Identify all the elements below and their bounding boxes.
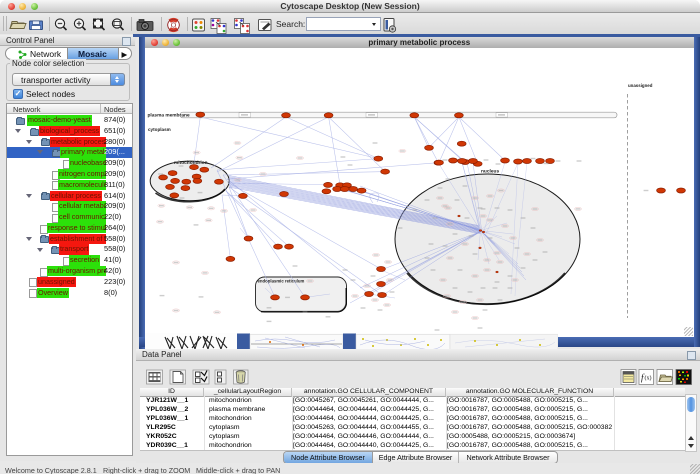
svg-text:plasma membrane: plasma membrane bbox=[148, 113, 190, 119]
svg-text:(x): (x) bbox=[645, 375, 652, 382]
svg-text:nucleus: nucleus bbox=[481, 169, 499, 175]
svg-text:cytoplasm: cytoplasm bbox=[148, 127, 171, 132]
svg-text:endoplasmic reticulum: endoplasmic reticulum bbox=[258, 278, 305, 283]
svg-text:unassigned: unassigned bbox=[628, 83, 653, 88]
